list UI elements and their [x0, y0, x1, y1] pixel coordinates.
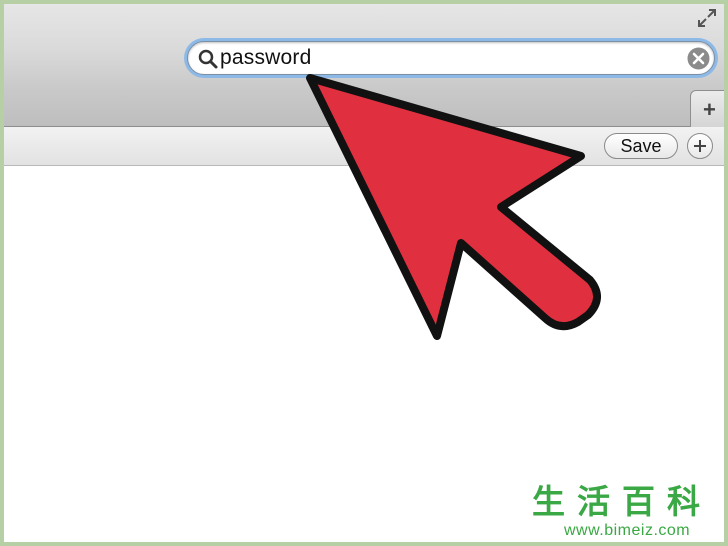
plus-icon [694, 140, 706, 152]
new-tab-label: + [703, 97, 716, 122]
search-icon [198, 49, 218, 69]
new-tab-button[interactable]: + [690, 90, 724, 128]
watermark: 生活百科 www.bimeiz.com [524, 482, 720, 542]
add-button[interactable] [687, 133, 713, 159]
app-window: password + Save [4, 4, 724, 542]
secondary-bar: Save [4, 127, 724, 166]
search-input[interactable]: password [220, 46, 311, 70]
watermark-url: www.bimeiz.com [564, 522, 691, 539]
clear-icon[interactable] [687, 47, 710, 70]
save-button[interactable]: Save [604, 133, 678, 159]
search-field[interactable]: password [187, 41, 715, 75]
toolbar: password + [4, 4, 724, 128]
watermark-logo: 生活百科 [532, 482, 712, 521]
fullscreen-icon[interactable] [697, 8, 717, 28]
